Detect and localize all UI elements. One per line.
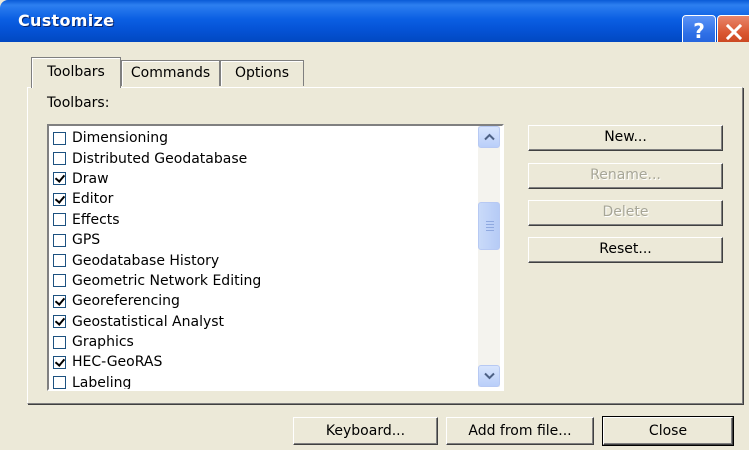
list-item[interactable]: Geostatistical Analyst <box>53 312 481 332</box>
list-item[interactable]: Georeferencing <box>53 291 481 311</box>
checkbox-unchecked[interactable] <box>53 213 66 227</box>
tab-commands[interactable]: Commands <box>121 60 220 86</box>
reset-button-label: Reset... <box>599 241 652 257</box>
tab-toolbars-label: Toolbars <box>47 64 105 80</box>
keyboard-button-label: Keyboard... <box>325 423 406 439</box>
list-item-label: Distributed Geodatabase <box>72 150 248 167</box>
toolbars-list-label: Toolbars: <box>47 95 110 111</box>
delete-button-label: Delete <box>602 204 649 220</box>
list-item-label: Draw <box>72 170 109 187</box>
thumb-grip-line <box>486 227 494 228</box>
list-item-label: Geostatistical Analyst <box>72 313 225 330</box>
list-item-label: Geometric Network Editing <box>72 272 262 289</box>
list-item[interactable]: Dimensioning <box>53 128 481 148</box>
list-item[interactable]: Geometric Network Editing <box>53 271 481 291</box>
list-item-label: GPS <box>72 232 101 249</box>
list-item[interactable]: Draw <box>53 169 481 189</box>
checkbox-unchecked[interactable] <box>53 233 66 247</box>
checkbox-unchecked[interactable] <box>53 254 66 268</box>
delete-toolbar-button[interactable]: Delete <box>528 200 723 226</box>
list-item[interactable]: Labeling <box>53 373 481 391</box>
close-button[interactable]: Close <box>602 416 734 446</box>
window-title: Customize <box>18 11 115 30</box>
help-icon: ? <box>693 19 705 42</box>
window-close-button[interactable] <box>717 15 749 42</box>
list-item[interactable]: Effects <box>53 210 481 230</box>
checkbox-checked[interactable] <box>53 294 66 308</box>
list-item[interactable]: Editor <box>53 189 481 209</box>
title-bar[interactable]: Customize ? <box>0 0 749 42</box>
list-item-label: Georeferencing <box>72 293 180 310</box>
close-button-label: Close <box>648 423 688 439</box>
reset-toolbar-button[interactable]: Reset... <box>528 237 723 263</box>
close-x-icon <box>725 23 743 41</box>
chevron-down-icon <box>484 372 495 380</box>
tab-options-label: Options <box>234 65 290 81</box>
list-item[interactable]: HEC-GeoRAS <box>53 352 481 372</box>
list-item-label: Graphics <box>72 334 134 351</box>
rename-toolbar-button[interactable]: Rename... <box>528 163 723 189</box>
list-item-label: Editor <box>72 191 114 208</box>
checkbox-checked[interactable] <box>53 355 66 369</box>
add-from-file-button[interactable]: Add from file... <box>446 417 594 445</box>
rename-button-label: Rename... <box>590 167 661 183</box>
toolbars-list[interactable]: Dimensioning Distributed Geodatabase Draw E… <box>47 124 504 391</box>
list-item-label: Labeling <box>72 374 132 391</box>
checkbox-unchecked[interactable] <box>53 335 66 349</box>
list-item-label: Dimensioning <box>72 130 169 147</box>
scroll-down-button[interactable] <box>478 365 500 387</box>
list-item-label: Geodatabase History <box>72 252 220 269</box>
list-scrollbar[interactable] <box>478 126 500 387</box>
chevron-up-icon <box>484 133 495 141</box>
checkbox-checked[interactable] <box>53 192 66 206</box>
new-button-label: New... <box>604 129 647 145</box>
scroll-up-button[interactable] <box>478 126 500 148</box>
tab-commands-label: Commands <box>130 65 211 81</box>
checkbox-checked[interactable] <box>53 315 66 329</box>
keyboard-button[interactable]: Keyboard... <box>293 417 438 445</box>
tab-toolbars[interactable]: Toolbars <box>31 57 121 88</box>
list-item-label: HEC-GeoRAS <box>72 354 163 371</box>
checkbox-unchecked[interactable] <box>53 274 66 288</box>
toolbars-list-items: Dimensioning Distributed Geodatabase Draw E… <box>53 128 481 391</box>
checkbox-unchecked[interactable] <box>53 131 66 145</box>
checkbox-checked[interactable] <box>53 172 66 186</box>
list-item[interactable]: Geodatabase History <box>53 250 481 270</box>
list-item[interactable]: GPS <box>53 230 481 250</box>
new-toolbar-button[interactable]: New... <box>528 125 723 151</box>
tab-options[interactable]: Options <box>220 60 304 86</box>
add-from-file-button-label: Add from file... <box>468 423 572 439</box>
scroll-thumb[interactable] <box>478 202 500 250</box>
list-item[interactable]: Graphics <box>53 332 481 352</box>
thumb-grip-line <box>486 230 494 231</box>
checkbox-unchecked[interactable] <box>53 152 66 166</box>
list-item[interactable]: Distributed Geodatabase <box>53 148 481 168</box>
list-item-label: Effects <box>72 211 120 228</box>
thumb-grip-line <box>486 221 494 222</box>
help-button[interactable]: ? <box>682 15 716 42</box>
thumb-grip-line <box>486 224 494 225</box>
checkbox-unchecked[interactable] <box>53 376 66 389</box>
